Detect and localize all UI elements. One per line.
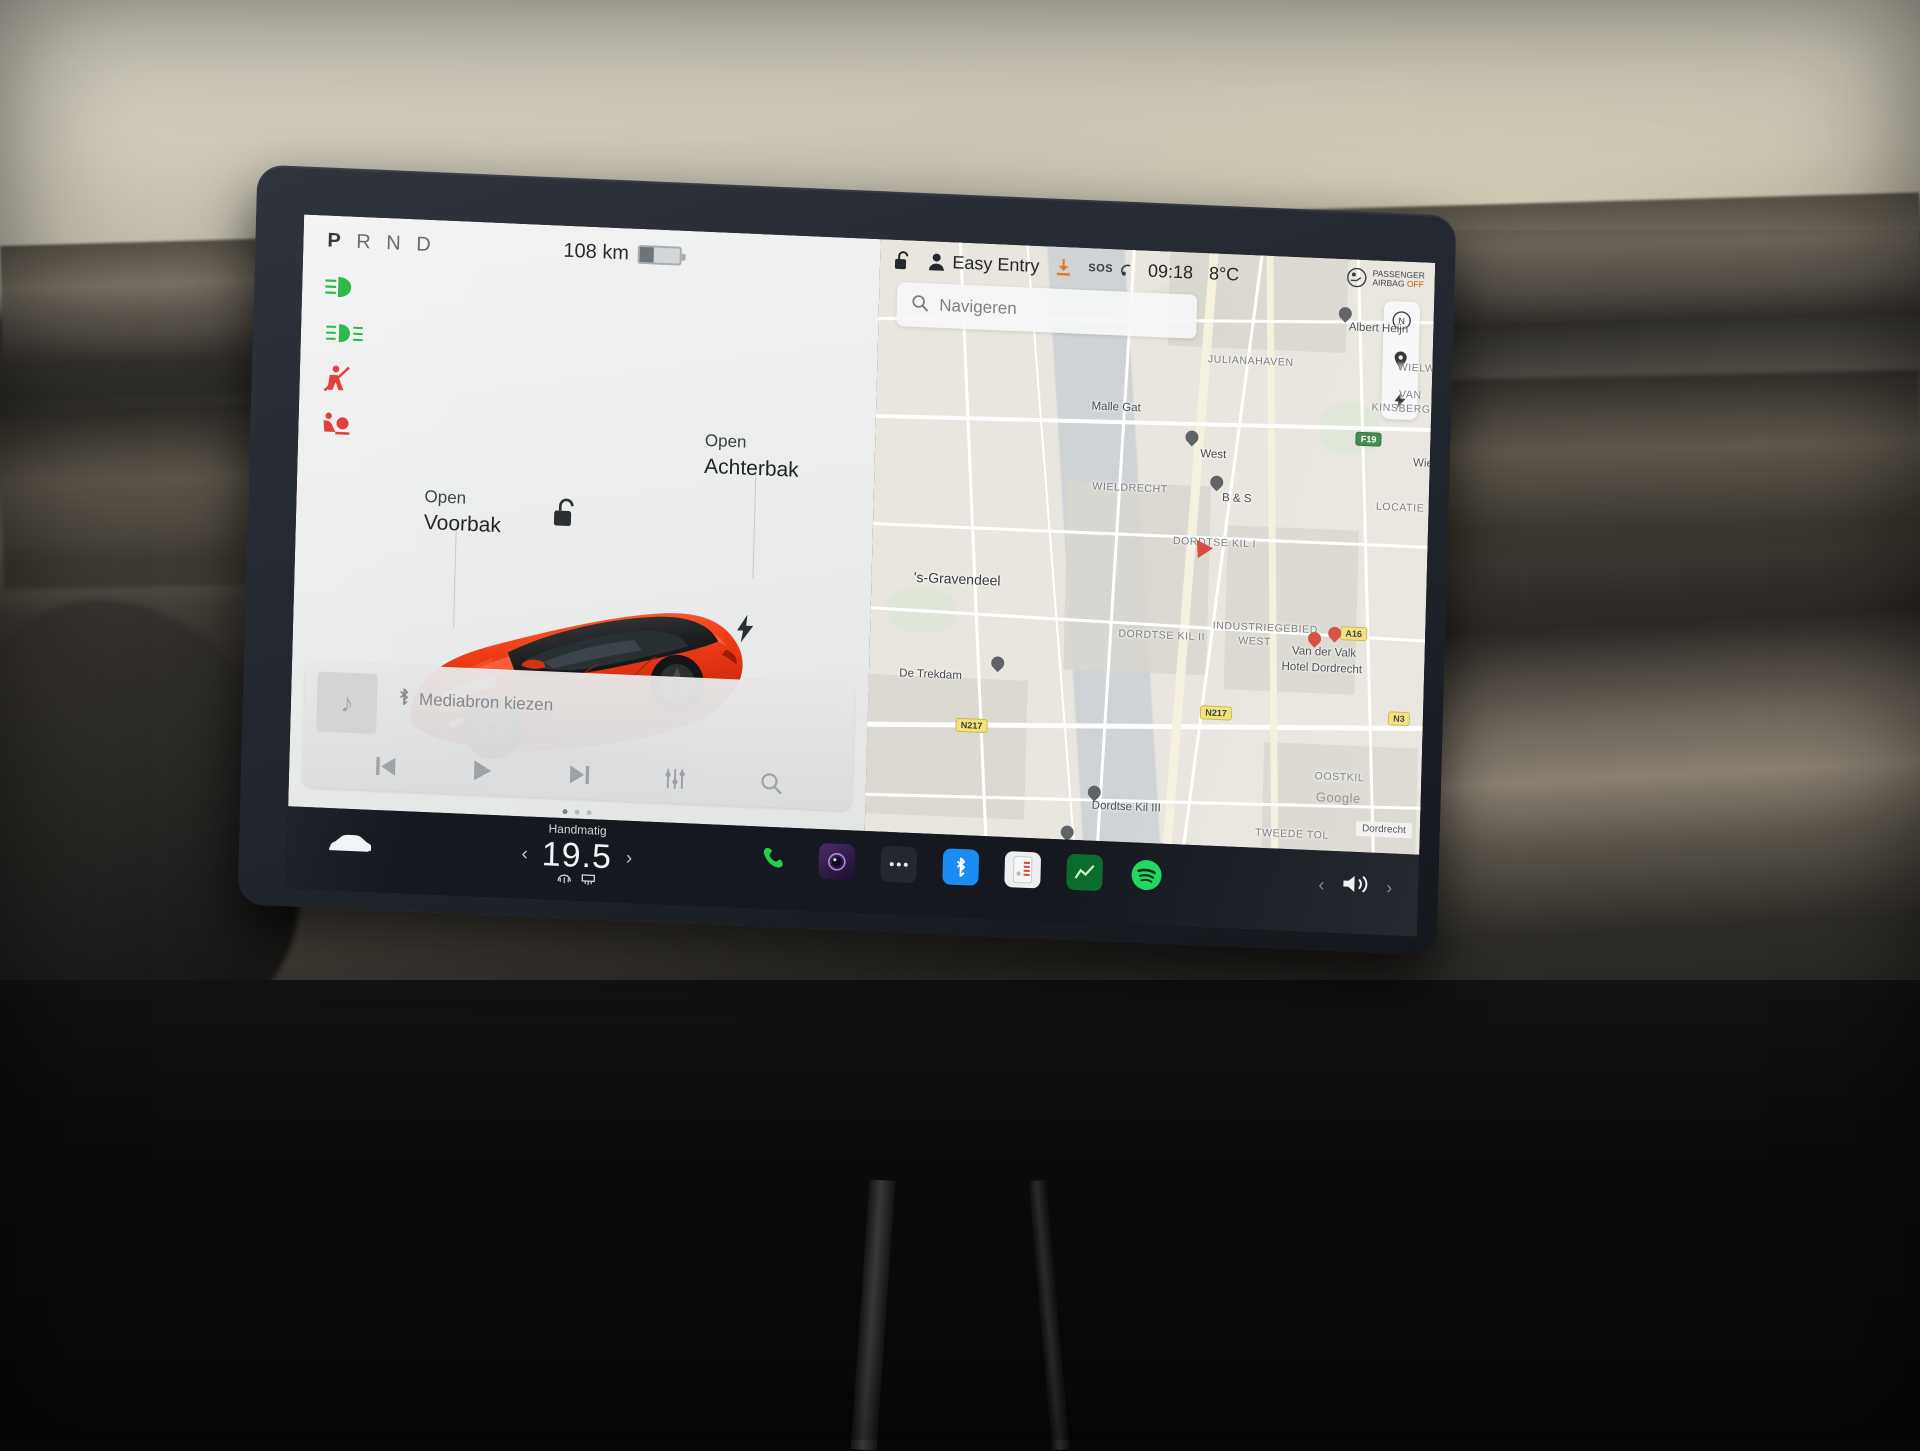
map-label: Albert Heijn	[1349, 321, 1409, 336]
camera-app-icon[interactable]	[818, 843, 855, 881]
range-value: 108 km	[563, 240, 629, 266]
floor-shadow	[0, 980, 1920, 1450]
software-update-download-icon[interactable]	[1055, 258, 1072, 277]
map-pin[interactable]	[1185, 430, 1198, 448]
battery-icon	[638, 245, 682, 266]
vent-face-icon[interactable]	[556, 871, 572, 890]
map-pin[interactable]	[1210, 475, 1223, 493]
gear-reverse: R	[356, 231, 376, 254]
map-road-shield: N3	[1388, 711, 1410, 726]
frunk-action: Open	[424, 487, 466, 508]
volume-control: ‹ ›	[1318, 870, 1393, 902]
driver-profile-button[interactable]: Easy Entry	[928, 251, 1040, 277]
media-source-selector[interactable]: Mediabron kiezen	[397, 687, 554, 718]
map-road-shield: F19	[1356, 432, 1382, 447]
equalizer-button[interactable]	[663, 766, 688, 791]
trunk-name: Achterbak	[704, 453, 799, 485]
gear-drive: D	[416, 233, 436, 256]
map-label: OOSTKIL	[1314, 770, 1364, 784]
map-attribution: Dordrecht	[1356, 821, 1412, 838]
phone-app-icon[interactable]	[756, 840, 793, 878]
sos-label: SOS	[1088, 262, 1113, 275]
bluetooth-icon	[397, 687, 412, 712]
driver-profile-name: Easy Entry	[952, 252, 1040, 277]
search-icon	[911, 293, 930, 317]
media-page-dots	[562, 809, 591, 815]
trunk-action: Open	[705, 431, 747, 452]
page-dot[interactable]	[574, 810, 579, 815]
tesla-touchscreen: P R N D	[237, 164, 1456, 955]
volume-icon[interactable]	[1340, 871, 1371, 901]
frunk-label[interactable]: Open Voorbak	[423, 486, 501, 541]
map-pin[interactable]	[991, 656, 1004, 674]
toybox-app-icon[interactable]	[1004, 851, 1041, 889]
map-label: West	[1200, 448, 1226, 461]
volume-next-button[interactable]: ›	[1386, 877, 1393, 898]
music-note-icon: ♪	[316, 671, 378, 734]
map-label: B & S	[1222, 492, 1252, 505]
energy-app-icon[interactable]	[1066, 854, 1103, 892]
gear-neutral: N	[386, 232, 406, 255]
map-pin[interactable]	[1339, 307, 1352, 325]
lock-status-button[interactable]	[894, 249, 913, 271]
charge-bolt-icon[interactable]	[734, 613, 757, 649]
map-label: VAN	[1399, 388, 1422, 401]
more-apps-icon[interactable]	[880, 846, 917, 884]
frunk-name: Voorbak	[423, 509, 501, 541]
screen-surface: P R N D	[286, 215, 1435, 937]
search-placeholder: Navigeren	[939, 296, 1017, 319]
dock-app-row	[756, 840, 1165, 893]
media-source-label: Mediabron kiezen	[419, 690, 554, 716]
unlock-icon[interactable]	[550, 495, 581, 535]
temperature-decrease-button[interactable]: ‹	[521, 843, 528, 865]
map-road-shield: N217	[1200, 705, 1232, 720]
page-dot[interactable]	[562, 809, 567, 814]
map-label: Malle Gat	[1091, 400, 1141, 414]
main-area: P R N D	[288, 215, 1435, 855]
media-search-button[interactable]	[758, 770, 783, 795]
sos-button[interactable]: SOS	[1088, 261, 1132, 277]
volume-previous-button[interactable]: ‹	[1318, 874, 1325, 895]
next-track-button[interactable]	[565, 763, 592, 786]
map-road-shield: A16	[1340, 626, 1367, 641]
wall-highlight	[900, 0, 1920, 230]
climate-control: Handmatig ‹ 19.5 ›	[461, 818, 693, 895]
map-pin[interactable]	[1088, 785, 1101, 803]
gear-indicator: P R N D	[327, 230, 436, 258]
map-road-shield: N217	[956, 718, 988, 733]
page-dot[interactable]	[586, 810, 591, 815]
media-player-card: ♪ Mediabron kiezen	[303, 661, 855, 810]
map-label: WEST	[1238, 635, 1271, 648]
car-icon[interactable]	[327, 830, 372, 861]
media-controls	[303, 751, 853, 798]
map-locate-button[interactable]	[1382, 341, 1419, 381]
car-status-panel: P R N D	[288, 215, 881, 831]
previous-track-button[interactable]	[373, 755, 400, 778]
map-pin-hotel[interactable]	[1308, 632, 1321, 650]
bluetooth-app-icon[interactable]	[942, 848, 979, 886]
map-label: WIELWIJK	[1398, 361, 1436, 375]
car-visual-stage: Open Voorbak Open Achterbak	[302, 285, 869, 681]
gear-park: P	[327, 230, 346, 253]
outside-temperature: 8°C	[1209, 263, 1240, 285]
navigation-map[interactable]: PASSENGER AIRBAG OFF	[865, 239, 1435, 854]
spotify-app-icon[interactable]	[1128, 856, 1165, 894]
trunk-label[interactable]: Open Achterbak	[704, 430, 800, 485]
clock: 09:18	[1148, 260, 1194, 283]
range-display: 108 km	[563, 240, 682, 268]
play-button[interactable]	[470, 758, 495, 783]
google-watermark: Google	[1316, 789, 1361, 806]
temperature-increase-button[interactable]: ›	[626, 847, 633, 869]
climate-temperature[interactable]: 19.5	[541, 835, 612, 877]
map-pin-restaurant[interactable]	[1328, 627, 1341, 645]
vent-defrost-icon[interactable]	[580, 872, 596, 891]
